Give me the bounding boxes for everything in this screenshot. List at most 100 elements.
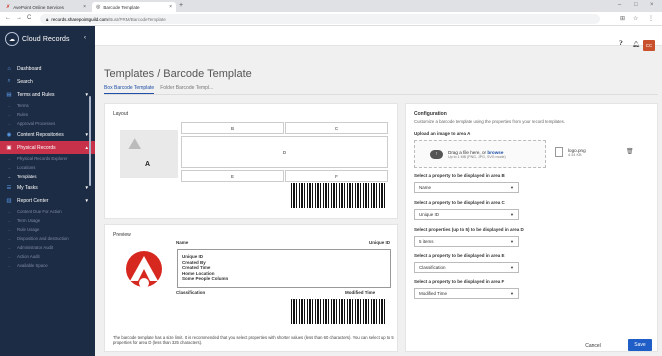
browse-link[interactable]: browse [487,150,503,155]
sidebar-item-search[interactable]: ⌕ Search [0,75,95,88]
sidebar-item-content-repositories[interactable]: ◉ Content Repositories ▼ [0,128,95,141]
sidebar-item-disposition-and-destruction[interactable]: → Disposition and destruction [0,234,95,243]
sidebar-item-label: Physical Records [17,144,56,151]
forward-icon[interactable]: → [16,15,22,21]
new-tab-icon[interactable]: + [179,2,183,9]
help-icon[interactable]: ❓︎ [619,41,623,48]
property-select[interactable]: Modified Time ▼ [414,288,519,299]
sidebar-item-terms-and-rules[interactable]: ▤ Terms and Rules ▼ [0,88,95,101]
property-select-value: Classification [419,265,446,270]
sidebar-item-label: Rule Usage [17,227,40,232]
preview-barcode-image [291,299,387,328]
sidebar-item-label: Terms and Rules [17,91,55,98]
arrow-right-icon: → [7,174,11,179]
chevron-down-icon: ▼ [510,291,514,296]
sidebar-item-label: My Tasks [17,184,38,191]
tab-box-barcode-template[interactable]: Box Barcode Template [104,85,155,94]
property-select[interactable]: Classification ▼ [414,262,519,273]
chevron-down-icon: ▼ [510,265,514,270]
sidebar-item-my-tasks[interactable]: ☰ My Tasks ▼ [0,181,95,194]
globe-favicon-icon: ◎ [96,4,101,10]
property-select[interactable]: Unique ID ▼ [414,209,519,220]
sidebar-scrollbar[interactable] [89,96,91,186]
close-tab-icon[interactable]: × [169,4,172,10]
sidebar-item-content-due-for-action[interactable]: → Content Due For Action [0,207,95,216]
delete-file-icon[interactable]: 🗑︎ [626,148,634,155]
property-select[interactable]: Name ▼ [414,182,519,193]
cloud-logo-icon: ☁ [5,32,19,46]
arrow-right-icon: → [7,165,11,170]
close-window-icon[interactable]: × [650,2,654,8]
preview-card: Preview Name Unique ID Unique ID Created … [104,224,398,352]
minimize-icon[interactable]: – [618,2,621,8]
sidebar-item-available-space[interactable]: → Available Space [0,261,95,270]
sidebar-item-rules[interactable]: → Rules [0,110,95,119]
database-icon: ◉ [6,131,12,138]
page-title: Templates / Barcode Template [104,68,252,80]
sidebar-item-terms[interactable]: → Terms [0,101,95,110]
sidebar-item-label: Disposition and destruction [17,236,69,241]
sidebar-item-label: Terms [17,103,29,108]
preview-classification-label: Classification [176,290,206,295]
image-drop-zone[interactable]: ↑ Drag a file here, or browse Up to 1 MB… [414,140,546,168]
tab-folder-barcode-template[interactable]: Folder Barcode Templ... [160,85,213,94]
cancel-button[interactable]: Cancel [582,340,604,352]
browser-tab[interactable]: ✗ AvePoint Online Services × [2,2,90,12]
arrow-right-icon: → [7,254,11,259]
sidebar-item-report-center[interactable]: ▥ Report Center ▼ [0,194,95,207]
arrow-right-icon: → [7,103,11,108]
close-tab-icon[interactable]: × [83,4,86,10]
preview-area-d: Unique ID Created By Created Time Home Loca… [177,249,391,288]
preview-d-line: Some People Column [182,276,229,282]
configuration-subtitle: Customize a barcode template using the p… [414,119,565,124]
property-label: Select a property to be displayed in are… [414,279,505,284]
sidebar-item-templates[interactable]: → Templates [0,172,95,181]
sidebar-item-physical-records-explorer[interactable]: → Physical Records Explorer [0,154,95,163]
arrow-right-icon: → [7,209,11,214]
image-area-a: ⛰ A [120,130,178,178]
layout-card: Layout ⛰ A B C D E F [104,103,398,219]
doc-icon: ▤ [6,91,12,98]
sidebar-item-term-usage[interactable]: → Term Usage [0,216,95,225]
notification-bell-icon[interactable]: 🔔︎ [632,41,640,48]
sidebar-item-physical-records[interactable]: ▣ Physical Records ▲ [0,141,95,154]
property-label: Select a property to be displayed in are… [414,173,505,178]
chevron-down-icon: ▼ [84,198,89,203]
address-input[interactable]: 🔒︎ records.sharepointguild.com /Bust/PRM… [40,14,600,24]
uploaded-file: logo.png 4.34 KB [550,138,650,166]
save-button[interactable]: Save [628,339,652,351]
menu-dots-icon[interactable]: ⋮ [648,15,654,22]
sidebar-item-administrator-audit[interactable]: → Administrator Audit [0,243,95,252]
sidebar-item-label: Content Due For Action [17,209,62,214]
avatar[interactable]: CC [643,40,655,51]
back-icon[interactable]: ← [5,15,11,21]
sidebar-item-locations[interactable]: → Locations [0,163,95,172]
star-icon[interactable]: ☆ [633,15,638,22]
sidebar-item-approval-processes[interactable]: → Approval Processes [0,119,95,128]
chevron-down-icon: ▼ [510,212,514,217]
sidebar-item-label: Report Center [17,197,49,204]
upload-cloud-icon: ↑ [430,149,443,159]
sidebar-item-label: Templates [17,174,37,179]
maximize-icon[interactable]: □ [634,2,638,8]
sidebar-item-label: Locations [17,165,36,170]
collapse-sidebar-icon[interactable]: ‹ [84,35,86,41]
avepoint-logo-icon [126,251,162,288]
reload-icon[interactable]: C [27,15,31,21]
sidebar-item-label: Dashboard [17,65,42,72]
url-path: /Bust/PRM/BarcodeTemplate [107,16,166,22]
sidebar-item-rule-usage[interactable]: → Rule Usage [0,225,95,234]
extension-icon[interactable]: ⊞ [620,15,625,22]
property-select[interactable]: 5 items ▼ [414,236,519,247]
area-b: B [181,122,284,134]
report-icon: ▥ [6,197,12,204]
sidebar-item-action-audit[interactable]: → Action Audit [0,252,95,261]
sidebar-item-dashboard[interactable]: ⌂ Dashboard [0,62,95,75]
browser-tab-active[interactable]: ◎ Barcode Template × [92,2,176,12]
arrow-right-icon: → [7,112,11,117]
preview-name-label: Name [176,240,189,245]
property-select-value: Unique ID [419,212,440,217]
arrow-right-icon: → [7,218,11,223]
app-logo[interactable]: ☁ Cloud Records [5,31,75,47]
area-e: E [181,170,284,182]
